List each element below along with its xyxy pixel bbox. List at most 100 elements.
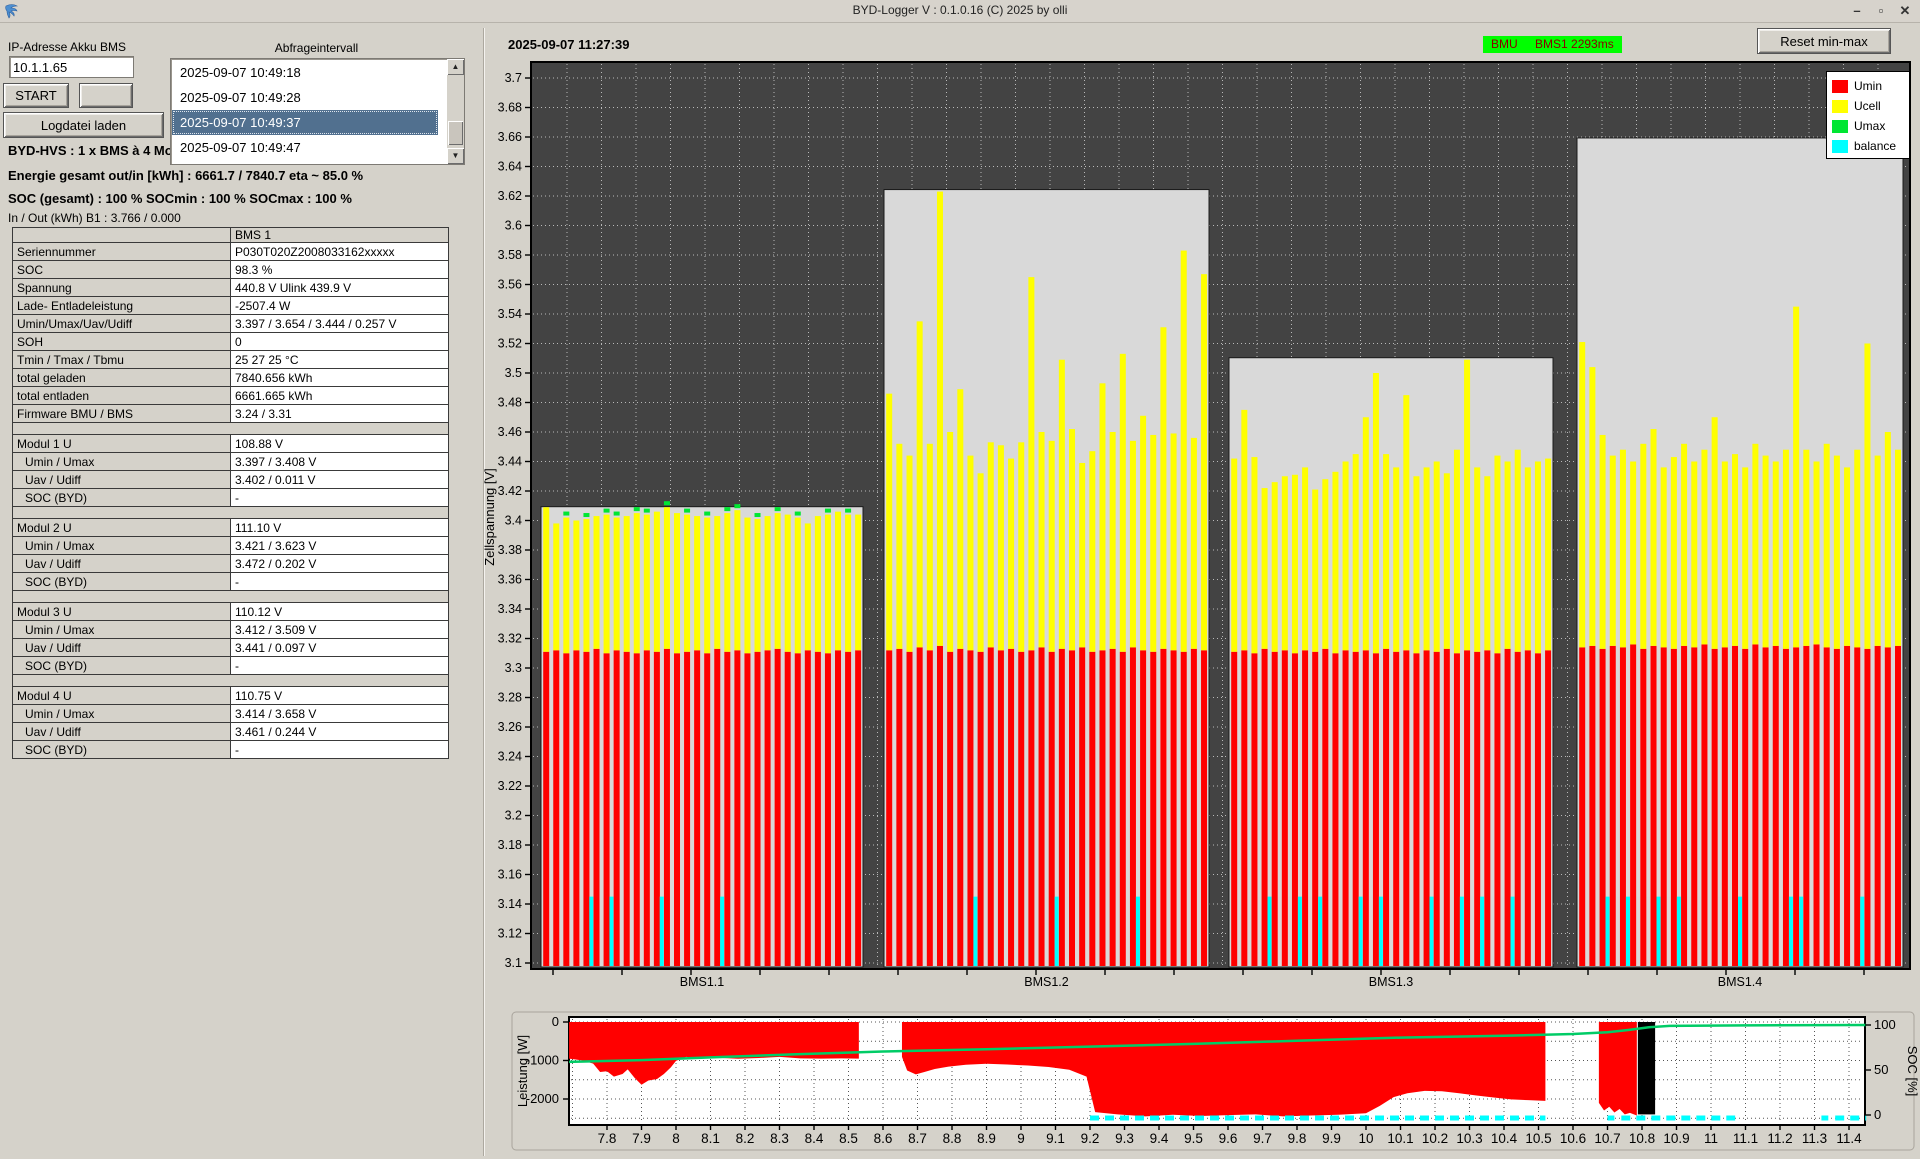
cell-bar-ucell	[1494, 456, 1500, 654]
cell-umax-cap	[684, 509, 690, 513]
cell-bar-ucell	[1181, 251, 1187, 652]
cell-balance-bar	[1738, 897, 1742, 966]
cell-bar-umin	[1661, 647, 1667, 966]
power-tick-label: -1000	[526, 1053, 559, 1068]
row-value: 98.3 %	[231, 261, 449, 279]
cell-bar-ucell	[594, 516, 600, 649]
cell-bar-ucell	[1640, 444, 1646, 649]
soc-tick-label: 50	[1874, 1062, 1888, 1077]
x-tick-label: 9.2	[1081, 1131, 1100, 1146]
log-interval-list[interactable]: ▲ ▼ 2025-09-07 10:49:182025-09-07 10:49:…	[170, 58, 465, 165]
cell-bar-ucell	[1712, 417, 1718, 649]
cell-bar-ucell	[1343, 462, 1349, 651]
x-tick-label: 7.9	[632, 1131, 651, 1146]
cell-bar-ucell	[1049, 441, 1055, 652]
cell-bar-umin	[583, 652, 589, 966]
table-row: Uav / Udiff3.472 / 0.202 V	[13, 555, 449, 573]
cell-bar-ucell	[1701, 450, 1707, 645]
cell-bar-umin	[1343, 650, 1349, 966]
x-tick-label: 9.9	[1322, 1131, 1341, 1146]
cell-bar-umin	[1332, 653, 1338, 966]
cell-bar-umin	[1722, 647, 1728, 966]
cell-bar-umin	[1140, 650, 1146, 966]
cell-bar-ucell	[714, 516, 720, 649]
load-logfile-button[interactable]: Logdatei laden	[4, 113, 163, 137]
row-label: Umin / Umax	[13, 705, 231, 723]
cell-bar-ucell	[917, 321, 923, 647]
table-row: total entladen6661.665 kWh	[13, 387, 449, 405]
ip-input[interactable]	[9, 56, 134, 78]
table-row: SOC (BYD)-	[13, 489, 449, 507]
start-button[interactable]: START	[4, 84, 68, 107]
cell-balance-bar	[1359, 897, 1363, 966]
interval-label: Abfrageintervall	[170, 41, 463, 55]
cell-balance-bar	[660, 897, 664, 966]
x-tick-label: 8.9	[977, 1131, 996, 1146]
cell-bar-ucell	[1130, 441, 1136, 647]
y-tick-label: 3.14	[498, 897, 522, 911]
log-entry[interactable]: 2025-09-07 10:49:47	[172, 135, 438, 160]
row-value: 3.421 / 3.623 V	[231, 537, 449, 555]
cell-bar-umin	[775, 649, 781, 966]
cell-bar-ucell	[1332, 472, 1338, 653]
table-row: Uav / Udiff3.402 / 0.011 V	[13, 471, 449, 489]
log-entry[interactable]: 2025-09-07 10:49:37	[172, 110, 438, 135]
cell-bar-umin	[1434, 652, 1440, 966]
table-row: Umin / Umax3.412 / 3.509 V	[13, 621, 449, 639]
cell-bar-umin	[917, 647, 923, 966]
table-row: Modul 1 U108.88 V	[13, 435, 449, 453]
reset-minmax-button[interactable]: Reset min-max	[1758, 29, 1890, 53]
cell-umax-cap	[775, 507, 781, 511]
table-row: SOC (BYD)-	[13, 657, 449, 675]
x-tick-label: 9.4	[1150, 1131, 1169, 1146]
scroll-thumb[interactable]	[448, 121, 463, 145]
table-row: SeriennummerP030T020Z2008033162xxxxx	[13, 243, 449, 261]
cell-bar-umin	[654, 652, 660, 966]
log-entry[interactable]: 2025-09-07 10:49:28	[172, 85, 438, 110]
cell-bar-ucell	[1505, 462, 1511, 649]
cell-bar-ucell	[1579, 342, 1585, 647]
x-tick-label: 8.8	[943, 1131, 962, 1146]
cell-bar-umin	[1630, 644, 1636, 966]
row-value: -	[231, 741, 449, 759]
cell-umax-cap	[604, 509, 610, 513]
cell-bar-ucell	[644, 515, 650, 651]
cell-umax-cap	[795, 512, 801, 516]
cell-bar-umin	[1535, 653, 1541, 966]
cell-bar-umin	[684, 652, 690, 966]
cell-bar-umin	[1834, 649, 1840, 966]
list-scrollbar[interactable]: ▲ ▼	[447, 59, 464, 164]
cell-bar-umin	[1454, 653, 1460, 966]
log-entry[interactable]: 2025-09-07 10:49:18	[172, 60, 438, 85]
scroll-up-icon[interactable]: ▲	[447, 59, 464, 75]
cell-bar-umin	[1651, 646, 1657, 966]
table-row: Umin / Umax3.414 / 3.658 V	[13, 705, 449, 723]
row-label: Modul 4 U	[13, 687, 231, 705]
row-value: 108.88 V	[231, 435, 449, 453]
cell-bar-umin	[1383, 649, 1389, 966]
legend-item: Umin	[1832, 76, 1904, 96]
cell-umax-cap	[664, 501, 670, 505]
cell-bar-ucell	[1545, 459, 1551, 651]
scroll-down-icon[interactable]: ▼	[447, 148, 464, 164]
cell-umax-cap	[734, 504, 740, 508]
table-row: Umin / Umax3.397 / 3.408 V	[13, 453, 449, 471]
cell-balance-bar	[1799, 897, 1803, 966]
cell-bar-ucell	[1272, 482, 1278, 652]
cell-bar-ucell	[1885, 432, 1891, 647]
blank-button[interactable]	[80, 84, 132, 107]
cell-balance-bar	[1055, 897, 1059, 966]
cell-bar-ucell	[855, 515, 861, 651]
cell-bar-ucell	[1393, 467, 1399, 651]
table-header-bms: BMS 1	[231, 228, 449, 243]
x-tick-label: 8.2	[736, 1131, 755, 1146]
x-tick-label: 7.8	[598, 1131, 617, 1146]
cell-bar-ucell	[1150, 435, 1156, 652]
cell-bar-umin	[1322, 649, 1328, 966]
y-tick-label: 3.3	[505, 661, 522, 675]
x-tick-label: 9.1	[1046, 1131, 1065, 1146]
table-row: SOC98.3 %	[13, 261, 449, 279]
cell-bar-ucell	[1854, 450, 1860, 648]
cell-balance-bar	[1379, 897, 1383, 966]
cell-bar-umin	[1028, 650, 1034, 966]
